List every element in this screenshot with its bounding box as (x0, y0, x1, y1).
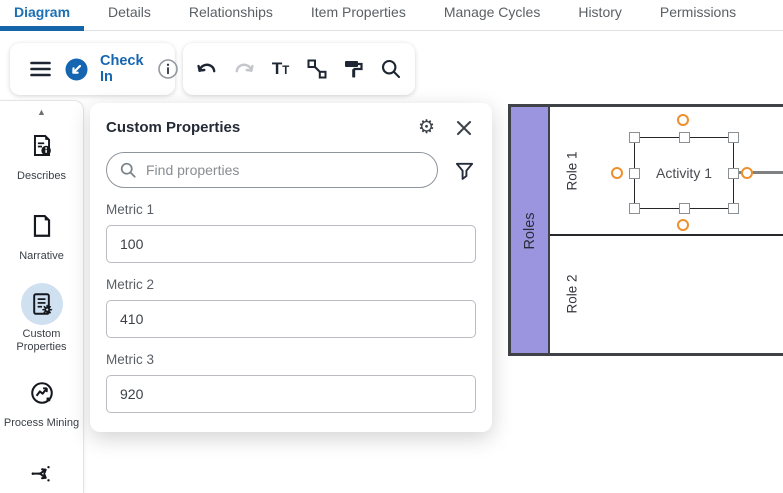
tab-item-properties[interactable]: Item Properties (297, 0, 420, 31)
metric-1-input[interactable] (106, 225, 476, 263)
sidebar-item-describes[interactable]: Describes (3, 125, 81, 183)
tab-details[interactable]: Details (94, 0, 165, 31)
metric-3-label: Metric 3 (106, 352, 476, 367)
connection-point-left[interactable] (611, 167, 623, 179)
filter-icon[interactable] (452, 158, 476, 182)
diagram-toolbar: TT (183, 43, 415, 95)
metric-1-label: Metric 1 (106, 202, 476, 217)
connection-point-top[interactable] (677, 114, 689, 126)
tab-bar: Diagram Details Relationships Item Prope… (0, 0, 783, 31)
connector-icon[interactable] (305, 57, 329, 81)
lane-label: Role 2 (565, 274, 580, 313)
diagram-sidebar: ▲ Describes Narrative Custom Properties … (0, 100, 84, 493)
metric-2-input[interactable] (106, 300, 476, 338)
metric-2-field: Metric 2 (106, 277, 476, 338)
panel-title: Custom Properties (106, 119, 418, 136)
panel-header: Custom Properties ⚙ (106, 114, 476, 141)
custom-properties-panel: Custom Properties ⚙ Metric 1 Metric 2 Me… (90, 103, 492, 432)
sidebar-item-paths[interactable]: Paths (3, 452, 81, 493)
check-in-button[interactable]: Check In (100, 53, 144, 85)
resize-handle-s[interactable] (679, 203, 690, 214)
metric-2-label: Metric 2 (106, 277, 476, 292)
resize-handle-ne[interactable] (728, 132, 739, 143)
checkin-toolbar: Check In (10, 43, 175, 95)
pool-header-band[interactable]: Roles (511, 107, 550, 353)
search-input[interactable] (146, 162, 425, 178)
resize-handle-e[interactable] (728, 168, 739, 179)
resize-handle-nw[interactable] (629, 132, 640, 143)
resize-handle-n[interactable] (679, 132, 690, 143)
sidebar-item-label: Narrative (19, 250, 64, 263)
gear-icon[interactable]: ⚙ (418, 118, 435, 137)
activity-shape[interactable]: Activity 1 (634, 137, 734, 209)
tab-relationships[interactable]: Relationships (175, 0, 287, 31)
sidebar-item-label: Describes (17, 170, 66, 183)
pool-label: Roles (522, 212, 538, 249)
activity-label: Activity 1 (656, 165, 712, 181)
sidebar-item-process-mining[interactable]: Process Mining (3, 372, 81, 430)
document-icon (21, 205, 63, 247)
lane-role-2[interactable]: Role 2 (550, 236, 783, 353)
metric-1-field: Metric 1 (106, 202, 476, 263)
menu-icon[interactable] (28, 57, 52, 81)
scroll-up-icon[interactable]: ▲ (37, 107, 46, 117)
undo-icon[interactable] (195, 57, 219, 81)
tab-diagram[interactable]: Diagram (0, 0, 84, 31)
resize-handle-se[interactable] (728, 203, 739, 214)
sidebar-item-narrative[interactable]: Narrative (3, 205, 81, 263)
metric-3-input[interactable] (106, 375, 476, 413)
branch-arrows-icon (21, 452, 63, 493)
search-row (106, 152, 476, 188)
redo-icon[interactable] (232, 57, 256, 81)
check-in-icon[interactable] (64, 57, 88, 81)
lane-label: Role 1 (565, 151, 580, 190)
tab-manage-cycles[interactable]: Manage Cycles (430, 0, 555, 31)
close-icon[interactable] (452, 116, 476, 140)
zoom-icon[interactable] (379, 57, 403, 81)
resize-handle-w[interactable] (629, 168, 640, 179)
connection-point-bottom[interactable] (677, 219, 689, 231)
format-painter-icon[interactable] (342, 57, 366, 81)
metric-3-field: Metric 3 (106, 352, 476, 413)
trend-circle-icon (21, 372, 63, 414)
connection-point-right[interactable] (741, 167, 753, 179)
info-icon[interactable] (156, 57, 180, 81)
search-field[interactable] (106, 152, 438, 188)
app-window: Diagram Details Relationships Item Prope… (0, 0, 783, 493)
search-icon (119, 161, 137, 179)
text-style-icon[interactable]: TT (269, 57, 293, 81)
tab-permissions[interactable]: Permissions (646, 0, 750, 31)
resize-handle-sw[interactable] (629, 203, 640, 214)
sidebar-item-custom-properties[interactable]: Custom Properties (3, 283, 81, 354)
tab-history[interactable]: History (564, 0, 636, 31)
document-info-icon (21, 125, 63, 167)
sidebar-item-label: Custom Properties (3, 328, 81, 354)
document-gear-icon (21, 283, 63, 325)
sidebar-item-label: Process Mining (4, 417, 79, 430)
